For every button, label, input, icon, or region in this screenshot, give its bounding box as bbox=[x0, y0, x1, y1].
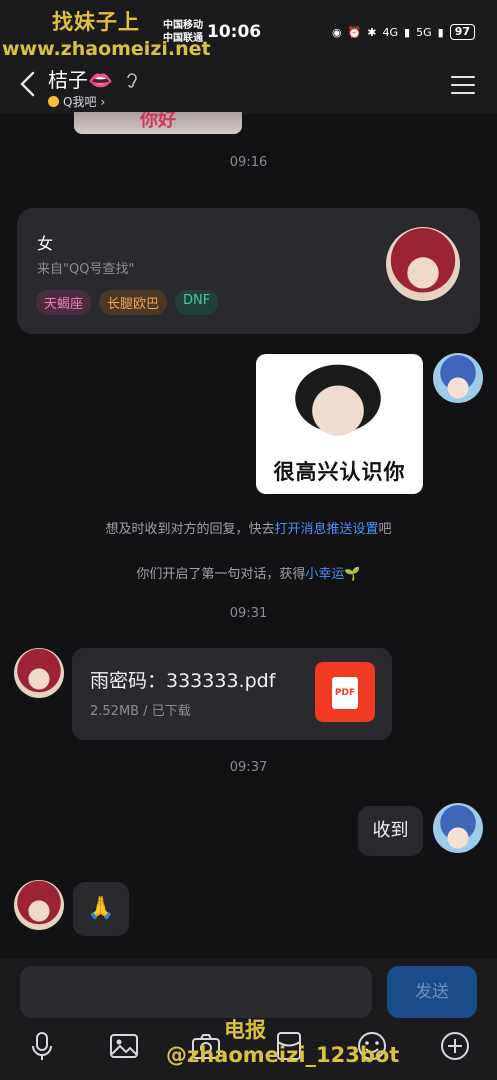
previous-image-message[interactable]: 你好 bbox=[74, 112, 242, 134]
sent-text-message[interactable]: 收到 bbox=[358, 806, 423, 856]
profile-source: 来自"QQ号查找" bbox=[37, 262, 135, 277]
chat-header: 桔子👄 Q我吧 › bbox=[0, 62, 497, 114]
push-hint-prefix: 想及时收到对方的回复，快去 bbox=[105, 522, 275, 537]
watermark-bottom-handle: @zhaomeizi_123bot bbox=[166, 1043, 400, 1067]
signal-icon: ▮ bbox=[404, 25, 411, 39]
status-emoji-icon bbox=[48, 96, 59, 107]
first-chat-hint: 你们开启了第一句对话，获得小幸运🌱 bbox=[0, 563, 497, 582]
profile-card[interactable]: 女 来自"QQ号查找" 天蝎座 长腿欧巴 DNF bbox=[17, 208, 480, 334]
contact-name-text: 桔子👄 bbox=[48, 68, 113, 92]
profile-avatar[interactable] bbox=[386, 227, 460, 301]
contact-avatar[interactable] bbox=[14, 648, 64, 698]
contact-name[interactable]: 桔子👄 bbox=[48, 64, 139, 93]
file-meta: 2.52MB / 已下载 bbox=[90, 704, 191, 719]
ear-icon[interactable] bbox=[125, 71, 139, 89]
system-icons: ◉ ⏰ ✱ 4G ▮ 5G ▮ 97 bbox=[332, 24, 475, 40]
pdf-label: PDF bbox=[332, 677, 358, 709]
push-hint-suffix: 吧 bbox=[378, 522, 392, 537]
timestamp: 09:31 bbox=[229, 606, 268, 621]
my-avatar[interactable] bbox=[433, 803, 483, 853]
image-icon[interactable] bbox=[108, 1030, 140, 1062]
pray-emoji-icon: 🙏 bbox=[87, 896, 115, 921]
sprout-icon: 🌱 bbox=[344, 567, 361, 582]
chevron-right-icon: › bbox=[100, 94, 106, 109]
menu-line bbox=[451, 84, 475, 86]
previous-image-text: 你好 bbox=[140, 112, 176, 131]
profile-tags: 天蝎座 长腿欧巴 DNF bbox=[36, 290, 219, 315]
status-time: 10:06 bbox=[207, 22, 262, 42]
watermark-bottom: 电报 bbox=[224, 1018, 266, 1042]
lucky-link[interactable]: 小幸运 bbox=[305, 567, 344, 582]
sent-text: 收到 bbox=[372, 820, 409, 841]
push-settings-link[interactable]: 打开消息推送设置 bbox=[274, 522, 378, 537]
menu-line bbox=[451, 92, 475, 94]
signal-icon-2: ▮ bbox=[437, 25, 444, 39]
sticker-face bbox=[288, 362, 388, 438]
watermark-top: 找妹子上 bbox=[52, 10, 140, 34]
carrier-1: 中国移动 bbox=[163, 20, 203, 31]
menu-line bbox=[451, 76, 475, 78]
menu-button[interactable] bbox=[451, 76, 475, 94]
status-subtitle[interactable]: Q我吧 › bbox=[48, 93, 105, 110]
file-message[interactable]: 雨密码：333333.pdf 2.52MB / 已下载 PDF bbox=[72, 648, 392, 740]
bluetooth-icon: ✱ bbox=[367, 25, 377, 39]
timestamp: 09:37 bbox=[229, 760, 268, 775]
profile-tag: DNF bbox=[175, 290, 219, 315]
back-button[interactable] bbox=[16, 70, 40, 98]
my-avatar[interactable] bbox=[433, 353, 483, 403]
emoji-message[interactable]: 🙏 bbox=[73, 882, 129, 936]
contact-avatar[interactable] bbox=[14, 880, 64, 930]
sticker-message[interactable]: 很高兴认识你 bbox=[256, 354, 423, 494]
file-name: 雨密码：333333.pdf bbox=[90, 670, 276, 692]
plus-icon[interactable] bbox=[439, 1030, 471, 1062]
back-arrow-icon bbox=[20, 71, 35, 97]
eye-icon: ◉ bbox=[331, 25, 342, 39]
timestamp: 09:16 bbox=[229, 155, 268, 170]
battery-indicator: 97 bbox=[449, 24, 475, 40]
signal-5g: 5G bbox=[416, 25, 432, 39]
push-hint: 想及时收到对方的回复，快去打开消息推送设置吧 bbox=[0, 518, 497, 537]
microphone-icon[interactable] bbox=[26, 1030, 58, 1062]
message-input[interactable] bbox=[20, 966, 372, 1018]
profile-gender: 女 bbox=[37, 234, 54, 253]
send-button[interactable]: 发送 bbox=[387, 966, 477, 1018]
first-chat-prefix: 你们开启了第一句对话，获得 bbox=[136, 567, 306, 582]
sticker-caption: 很高兴认识你 bbox=[273, 460, 406, 484]
profile-tag: 天蝎座 bbox=[36, 290, 92, 315]
pdf-file-icon: PDF bbox=[315, 662, 375, 722]
signal-4g: 4G bbox=[382, 25, 399, 39]
profile-tag: 长腿欧巴 bbox=[99, 290, 168, 315]
watermark-url: www.zhaomeizi.net bbox=[2, 38, 211, 60]
status-text: Q我吧 bbox=[63, 95, 97, 109]
alarm-icon: ⏰ bbox=[347, 25, 362, 39]
